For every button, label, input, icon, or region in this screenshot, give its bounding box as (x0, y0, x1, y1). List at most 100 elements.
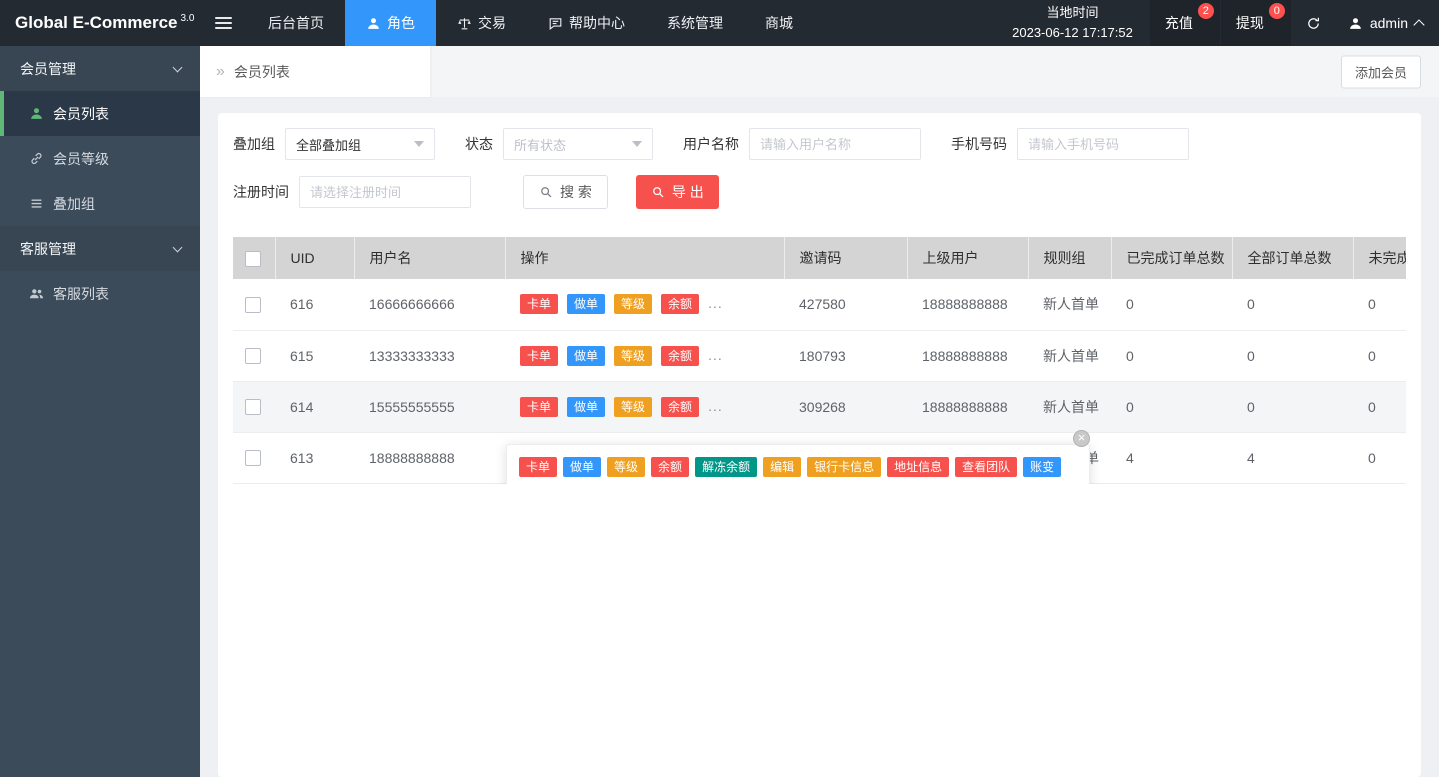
row-action-button-1[interactable]: 做单 (567, 294, 605, 314)
sidebar-item-label: 会员等级 (53, 149, 109, 169)
link-icon (29, 151, 44, 166)
local-time-value: 2023-06-12 17:17:52 (1012, 23, 1133, 43)
status-placeholder: 所有状态 (514, 135, 566, 154)
phone-input[interactable] (1017, 128, 1189, 160)
row-checkbox[interactable] (245, 450, 261, 466)
row-action-button-2[interactable]: 等级 (614, 346, 652, 366)
main-area: » 会员列表 添加会员 叠加组 全部叠加组 状态 所有状态 (200, 46, 1439, 777)
search-icon (539, 185, 553, 199)
popover-action-button-0-0[interactable]: 卡单 (519, 457, 557, 477)
quick-action-0[interactable]: 充值2 (1150, 0, 1220, 46)
row-action-button-0[interactable]: 卡单 (520, 397, 558, 417)
cell-rule-group: 新人首单 (1028, 381, 1111, 432)
stack-group-select[interactable]: 全部叠加组 (285, 128, 435, 160)
popover-action-button-0-3[interactable]: 余额 (651, 457, 689, 477)
topbar-right: 当地时间 2023-06-12 17:17:52 充值2提现0 admin (996, 0, 1439, 46)
cell-rule-group: 新人首单 (1028, 279, 1111, 330)
nav-item-2[interactable]: 交易 (436, 0, 527, 46)
row-action-button-3[interactable]: 余额 (661, 294, 699, 314)
table-row: 61415555555555卡单做单等级余额...309268188888888… (233, 381, 1406, 432)
sidebar-item-0-1[interactable]: 会员等级 (0, 136, 200, 181)
more-actions-link[interactable]: ... (708, 398, 723, 414)
column-header-7: 全部订单总数 (1232, 237, 1353, 279)
popover-action-button-0-6[interactable]: 银行卡信息 (807, 457, 881, 477)
row-action-button-3[interactable]: 余额 (661, 397, 699, 417)
popover-action-button-0-7[interactable]: 地址信息 (887, 457, 949, 477)
row-action-button-1[interactable]: 做单 (567, 397, 605, 417)
cell-invite-code: 427580 (784, 279, 907, 330)
row-select-cell (233, 279, 275, 330)
add-member-button[interactable]: 添加会员 (1341, 55, 1421, 88)
username-input[interactable] (749, 128, 921, 160)
row-action-button-3[interactable]: 余额 (661, 346, 699, 366)
sidebar-collapse-button[interactable] (200, 0, 247, 46)
nav-item-label: 交易 (478, 13, 506, 33)
sidebar-group-1[interactable]: 客服管理 (0, 226, 200, 271)
row-actions-cell: 卡单做单等级余额... (505, 330, 784, 381)
hamburger-icon (215, 14, 232, 32)
more-actions-link[interactable]: ... (708, 347, 723, 363)
row-action-button-1[interactable]: 做单 (567, 346, 605, 366)
stack-group-value: 全部叠加组 (296, 135, 361, 154)
username-label: 用户名称 (683, 134, 739, 154)
sidebar-item-0-2[interactable]: 叠加组 (0, 181, 200, 226)
topbar: Global E-Commerce 3.0 后台首页角色交易帮助中心系统管理商城… (0, 0, 1439, 46)
nav-item-3[interactable]: 帮助中心 (527, 0, 646, 46)
sidebar-item-0-0[interactable]: 会员列表 (0, 91, 200, 136)
select-all-cell (233, 237, 275, 279)
sidebar-item-1-0[interactable]: 客服列表 (0, 271, 200, 316)
cell-total-orders: 4 (1232, 432, 1353, 483)
search-button[interactable]: 搜 索 (523, 175, 608, 209)
cell-uid: 614 (275, 381, 354, 432)
nav-item-4[interactable]: 系统管理 (646, 0, 744, 46)
row-checkbox[interactable] (245, 297, 261, 313)
sidebar-group-label: 客服管理 (20, 239, 76, 259)
nav-item-1[interactable]: 角色 (345, 0, 436, 46)
search-button-label: 搜 索 (560, 182, 592, 202)
admin-user-menu[interactable]: admin (1336, 0, 1439, 46)
popover-button-row-0: 卡单做单等级余额解冻余额编辑银行卡信息地址信息查看团队账变 (519, 457, 1077, 477)
popover-action-button-0-4[interactable]: 解冻余额 (695, 457, 757, 477)
status-select[interactable]: 所有状态 (503, 128, 653, 160)
popover-action-button-0-2[interactable]: 等级 (607, 457, 645, 477)
regtime-input[interactable] (299, 176, 471, 208)
chat-icon (548, 16, 563, 31)
popover-action-button-0-9[interactable]: 账变 (1023, 457, 1061, 477)
notification-badge: 0 (1269, 3, 1285, 19)
column-header-3: 邀请码 (784, 237, 907, 279)
row-checkbox[interactable] (245, 399, 261, 415)
more-actions-link[interactable]: ... (708, 295, 723, 311)
row-action-button-0[interactable]: 卡单 (520, 346, 558, 366)
stack-group-label: 叠加组 (233, 134, 275, 154)
popover-action-button-0-5[interactable]: 编辑 (763, 457, 801, 477)
popover-action-button-0-8[interactable]: 查看团队 (955, 457, 1017, 477)
sidebar-item-label: 叠加组 (53, 194, 95, 214)
popover-action-button-0-1[interactable]: 做单 (563, 457, 601, 477)
cell-uid: 616 (275, 279, 354, 330)
nav-item-0[interactable]: 后台首页 (247, 0, 345, 46)
row-action-button-2[interactable]: 等级 (614, 397, 652, 417)
local-time-block: 当地时间 2023-06-12 17:17:52 (996, 0, 1149, 46)
cell-uncompleted-orders: 0 (1353, 381, 1406, 432)
nav-item-5[interactable]: 商城 (744, 0, 814, 46)
table-row: 61616666666666卡单做单等级余额...427580188888888… (233, 279, 1406, 330)
export-button[interactable]: 导 出 (636, 175, 719, 209)
breadcrumb-current: 会员列表 (234, 62, 290, 82)
close-icon[interactable]: × (1073, 430, 1090, 447)
sidebar-group-0[interactable]: 会员管理 (0, 46, 200, 91)
row-select-cell (233, 330, 275, 381)
row-checkbox[interactable] (245, 348, 261, 364)
chevron-down-icon (173, 242, 183, 252)
nav-item-label: 商城 (765, 13, 793, 33)
row-action-button-0[interactable]: 卡单 (520, 294, 558, 314)
refresh-button[interactable] (1291, 0, 1336, 46)
select-all-checkbox[interactable] (245, 251, 261, 267)
admin-username: admin (1370, 15, 1408, 31)
quick-action-1[interactable]: 提现0 (1221, 0, 1291, 46)
row-action-button-2[interactable]: 等级 (614, 294, 652, 314)
status-filter: 状态 所有状态 (465, 128, 653, 160)
cell-parent-user: 18888888888 (907, 330, 1028, 381)
member-table-wrap: UID用户名操作邀请码上级用户规则组已完成订单总数全部订单总数未完成订单总数 6… (233, 237, 1406, 484)
list-icon (29, 196, 44, 211)
users-icon (29, 286, 44, 301)
